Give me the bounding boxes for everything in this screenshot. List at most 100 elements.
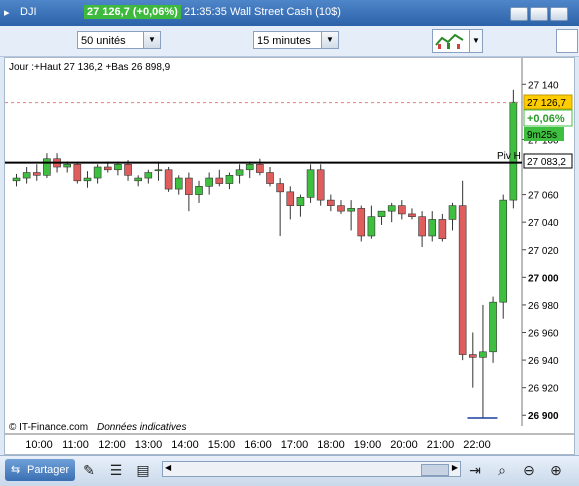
candle-body [468, 354, 477, 358]
candle [428, 211, 437, 242]
candle-body [398, 205, 406, 215]
candle [205, 172, 213, 195]
candle [408, 208, 416, 220]
candle [215, 169, 224, 187]
x-tick-label: 17:00 [281, 439, 309, 451]
candle-body [448, 205, 457, 220]
candle-body [144, 172, 153, 179]
y-tick-label: 26 940 [528, 356, 559, 367]
countdown-tag: 9m25s [524, 127, 564, 141]
candle [12, 173, 21, 187]
candle [276, 178, 284, 236]
candle-body [306, 169, 315, 198]
y-tick-label: 27 000 [528, 273, 559, 284]
candle [174, 175, 183, 195]
candle [195, 180, 203, 203]
candle [245, 161, 254, 179]
candle [73, 161, 82, 184]
minimize-button[interactable] [510, 7, 528, 21]
price-chart[interactable]: 27 14027 10027 06027 04027 02027 00026 9… [5, 58, 574, 454]
candle-body [164, 169, 173, 190]
time-scrollbar[interactable]: ◀ ▶ [162, 461, 461, 477]
close-button[interactable] [550, 7, 568, 21]
candle-body [387, 205, 396, 212]
candle-body [225, 174, 234, 184]
candle [377, 210, 386, 225]
list-icon[interactable]: ☰ [107, 460, 125, 480]
share-icon: ⇆ [11, 464, 21, 476]
disclaimer-text: Données indicatives [97, 422, 187, 433]
candle [43, 153, 51, 179]
candle-body [438, 219, 447, 240]
candle-body [489, 301, 497, 353]
x-tick-label: 11:00 [62, 439, 89, 451]
candle-body [499, 199, 508, 303]
pivot-value: 27 083,2 [527, 157, 566, 168]
candle [387, 202, 396, 223]
app-menu-icon[interactable]: ▸ [4, 6, 10, 19]
interval-select[interactable]: 15 minutes ▼ [253, 31, 339, 49]
candle-body [154, 169, 163, 172]
scroll-right-icon[interactable]: ▶ [452, 463, 458, 472]
candle-body [276, 183, 284, 193]
candle [316, 164, 325, 206]
change-pct-value: +0,06% [527, 113, 565, 125]
candle-body [245, 163, 254, 171]
scroll-to-end-icon[interactable]: ⇥ [466, 460, 484, 480]
indicator-icon[interactable] [556, 29, 578, 53]
zoom-in-icon[interactable]: ⊕ [547, 460, 565, 480]
candle-body [134, 177, 142, 182]
drawing-tools-icon[interactable]: ✎ [80, 460, 98, 480]
candle [448, 202, 457, 231]
candle [418, 211, 426, 247]
maximize-button[interactable] [530, 7, 548, 21]
chart-type-button[interactable] [432, 29, 470, 53]
candle-body [195, 186, 203, 195]
candle [185, 172, 193, 212]
x-tick-label: 15:00 [208, 439, 236, 451]
x-tick-label: 20:00 [390, 439, 418, 451]
chevron-down-icon[interactable]: ▼ [321, 32, 338, 48]
y-tick-label: 26 920 [528, 384, 559, 395]
candle-body [316, 169, 325, 201]
chevron-down-icon[interactable]: ▼ [143, 32, 160, 48]
chart-area[interactable]: 27 14027 10027 06027 04027 02027 00026 9… [4, 57, 575, 455]
candle [357, 205, 366, 242]
candle-body [215, 177, 224, 184]
title-bar: ▸ DJI 27 126,7 (+0,06%) 21:35:35 Wall St… [0, 0, 579, 26]
instrument-name: Wall Street Cash (10$) [230, 6, 341, 18]
candle-body [22, 172, 31, 179]
interval-select-value: 15 minutes [257, 35, 311, 47]
x-tick-label: 13:00 [135, 439, 163, 451]
indicators-icon[interactable]: ▤ [134, 460, 152, 480]
candle-body [377, 210, 386, 217]
candle-body [103, 166, 112, 171]
copyright-text: © IT-Finance.com [9, 422, 88, 433]
x-tick-label: 14:00 [171, 439, 199, 451]
candle [256, 158, 264, 176]
share-button[interactable]: ⇆ Partager [5, 459, 75, 481]
candle [327, 194, 335, 212]
zoom-fit-icon[interactable]: ⌕ [493, 460, 511, 480]
current-price-value: 27 126,7 [527, 98, 566, 109]
candle-body [479, 351, 487, 358]
candle-body [256, 163, 264, 173]
candle-body [93, 166, 102, 179]
units-select[interactable]: 50 unités ▼ [77, 31, 161, 49]
candle [367, 205, 376, 239]
chevron-down-icon[interactable]: ▼ [469, 29, 483, 53]
y-tick-label: 27 040 [528, 218, 559, 229]
candle-body [174, 177, 183, 190]
zoom-out-icon[interactable]: ⊖ [520, 460, 538, 480]
y-tick-label: 27 020 [528, 246, 559, 257]
x-tick-label: 18:00 [317, 439, 345, 451]
candle [134, 175, 142, 187]
pivot-label: Piv H [497, 151, 521, 162]
candle [306, 164, 315, 203]
candle-body [327, 199, 335, 206]
units-select-value: 50 unités [81, 35, 126, 47]
candle [347, 200, 355, 231]
candle [83, 171, 92, 188]
scrollbar-thumb[interactable] [421, 464, 449, 476]
scroll-left-icon[interactable]: ◀ [165, 463, 171, 472]
